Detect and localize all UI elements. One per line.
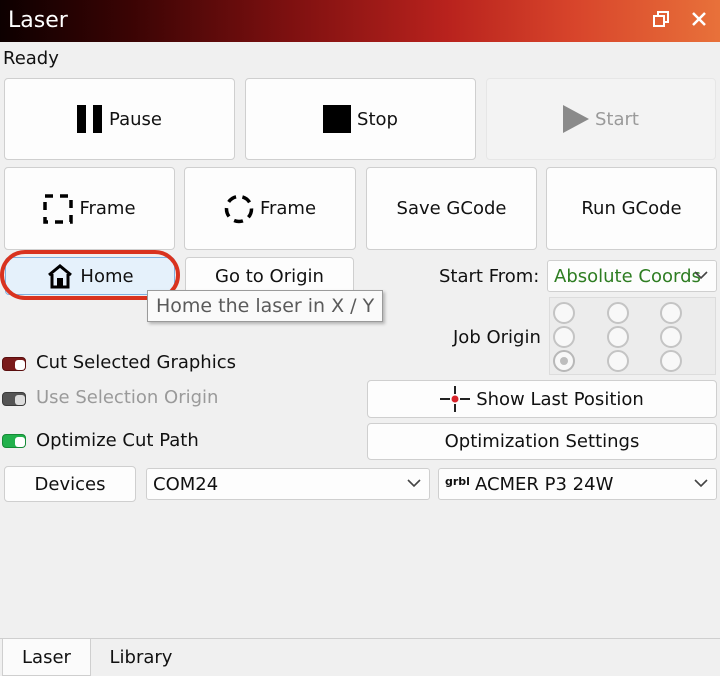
job-origin-radio[interactable] xyxy=(660,302,682,324)
job-origin-grid xyxy=(549,297,716,375)
chevron-down-icon xyxy=(694,269,708,283)
start-from-label: Start From: xyxy=(439,266,540,287)
grbl-icon: grbl xyxy=(445,474,470,488)
port-select[interactable]: COM24 xyxy=(146,468,430,500)
device-value: ACMER P3 24W xyxy=(474,473,614,495)
optimization-settings-label: Optimization Settings xyxy=(444,431,640,452)
status-text: Ready xyxy=(3,48,59,69)
optimize-cut-path-toggle[interactable] xyxy=(2,434,26,448)
crosshair-icon xyxy=(440,386,471,412)
optimization-settings-button[interactable]: Optimization Settings xyxy=(367,423,717,460)
job-origin-radio[interactable] xyxy=(607,326,629,348)
start-button[interactable]: Start xyxy=(486,78,716,160)
use-selection-origin-toggle[interactable] xyxy=(2,392,26,406)
save-gcode-button[interactable]: Save GCode xyxy=(366,167,537,250)
pause-button[interactable]: Pause xyxy=(4,78,235,160)
start-from-select[interactable]: Absolute Coords xyxy=(547,260,717,292)
optimize-cut-path-label: Optimize Cut Path xyxy=(36,430,199,451)
tab-laser[interactable]: Laser xyxy=(2,639,91,676)
job-origin-label: Job Origin xyxy=(453,327,541,348)
cut-selected-label: Cut Selected Graphics xyxy=(36,352,236,373)
tab-laser-label: Laser xyxy=(22,646,71,668)
job-origin-radio[interactable] xyxy=(660,350,682,372)
start-label: Start xyxy=(595,108,639,130)
save-gcode-label: Save GCode xyxy=(396,198,507,219)
stop-icon xyxy=(323,105,352,133)
job-origin-radio[interactable] xyxy=(660,326,682,348)
tab-library-label: Library xyxy=(109,647,173,668)
port-value: COM24 xyxy=(153,473,219,495)
play-icon xyxy=(563,105,589,133)
show-last-position-label: Show Last Position xyxy=(476,388,644,410)
go-to-origin-label: Go to Origin xyxy=(215,265,324,287)
title-bar xyxy=(0,0,720,42)
frame-circle-label: Frame xyxy=(259,198,317,219)
restore-window-icon[interactable] xyxy=(652,10,670,32)
stop-label: Stop xyxy=(357,108,398,130)
device-select[interactable]: grbl ACMER P3 24W xyxy=(438,468,717,500)
frame-rectangle-icon xyxy=(43,193,74,224)
frame-rect-button[interactable]: Frame xyxy=(4,167,175,250)
close-icon[interactable] xyxy=(690,10,708,32)
window-title: Laser xyxy=(8,8,68,33)
use-selection-origin-label: Use Selection Origin xyxy=(36,387,219,408)
frame-circle-icon xyxy=(224,194,254,224)
frame-rect-label: Frame xyxy=(79,198,136,219)
job-origin-radio[interactable] xyxy=(607,350,629,372)
chevron-down-icon xyxy=(407,477,421,491)
pause-icon xyxy=(77,105,103,133)
devices-label: Devices xyxy=(34,473,106,495)
frame-circle-button[interactable]: Frame xyxy=(184,167,356,250)
job-origin-radio[interactable] xyxy=(553,302,575,324)
cut-selected-toggle[interactable] xyxy=(2,357,26,371)
job-origin-radio-selected[interactable] xyxy=(553,350,575,372)
job-origin-radio[interactable] xyxy=(553,326,575,348)
stop-button[interactable]: Stop xyxy=(245,78,476,160)
show-last-position-button[interactable]: Show Last Position xyxy=(367,380,717,418)
start-from-value: Absolute Coords xyxy=(554,265,701,287)
run-gcode-label: Run GCode xyxy=(581,198,682,219)
devices-button[interactable]: Devices xyxy=(4,466,136,502)
home-tooltip: Home the laser in X / Y xyxy=(147,290,384,322)
tab-library[interactable]: Library xyxy=(95,639,187,676)
pause-label: Pause xyxy=(109,108,162,130)
job-origin-radio[interactable] xyxy=(607,302,629,324)
chevron-down-icon xyxy=(694,477,708,491)
run-gcode-button[interactable]: Run GCode xyxy=(546,167,717,250)
